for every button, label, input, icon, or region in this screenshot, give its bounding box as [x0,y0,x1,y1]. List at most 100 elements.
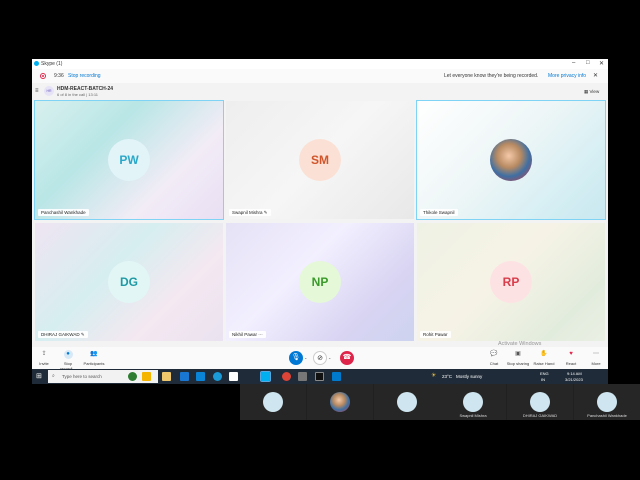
call-header: ≡ HR HDM-REACT-BATCH-24 6 of 8 in the ca… [32,83,608,100]
thumbnail-tile[interactable]: DHIRAJ GAIKWAD [507,384,573,420]
recording-notice: Let everyone know they're being recorded… [444,73,539,79]
stop-sharing-label: Stop sharing [506,361,530,366]
participant-initials: SM [311,153,329,167]
avatar [263,392,283,412]
thumbnail-tile[interactable] [307,384,373,420]
participant-name: Rohit Pawar [420,331,451,338]
participant-avatar: RP [490,261,532,303]
participant-initials: DG [120,275,138,289]
hand-icon: ✋ [540,351,548,357]
react-button[interactable]: ♥ React [559,350,583,366]
vscode-icon[interactable] [332,372,341,381]
window-title: Skype (1) [41,61,63,67]
participant-name: Thikole Swapnil [420,209,458,216]
participant-name: DHIRAJ GAIKWAD [41,332,80,337]
thumbnail-tile[interactable]: Panchashil Wankhade [574,384,640,420]
participant-tile-np[interactable]: NP Nikhil Pawar ⋯ [226,223,414,341]
mic-options-chevron-icon[interactable]: ⌄ [304,355,307,360]
share-icon: ⇪ [41,351,47,357]
skype-logo-icon [34,61,39,66]
stop-sharing-button[interactable]: ▣ Stop sharing [506,350,530,366]
participant-name-with-mic-icon: Swapnil Mishra ✎ [229,209,271,216]
chat-label: Chat [489,361,499,366]
more-label: More [591,361,601,366]
video-thumbnail-strip: Swapnil Mishra DHIRAJ GAIKWAD Panchashil… [240,384,640,420]
heart-icon: ♥ [569,351,573,357]
participant-avatar: PW [108,139,150,181]
camera-off-icon: ⊘ [317,355,323,362]
view-label: View [589,89,600,94]
participant-name-with-mic-icon: DHIRAJ GAIKWAD ✎ [38,331,88,338]
language-code[interactable]: ENG [540,371,549,376]
hang-up-button[interactable]: ☎ [340,351,354,365]
skype-window: Skype (1) – □ ✕ 9:36 Stop recording Let … [32,59,608,371]
participant-name: Panchashil Wankhade [38,209,89,216]
privacy-link[interactable]: More privacy info [548,73,586,79]
store-icon[interactable] [180,372,189,381]
skype-taskbar-icon[interactable] [260,371,271,382]
close-notice-button[interactable]: ✕ [593,72,598,79]
avatar [597,392,617,412]
view-button[interactable]: ▦ View [584,89,599,95]
participant-name: Nikhil Pawar [232,332,258,337]
more-dots-icon: ⋯ [593,351,599,357]
office-icon[interactable] [229,372,238,381]
participant-tile-rp[interactable]: RP Rohit Pawar [417,223,605,341]
thumbnail-tile[interactable]: Swapnil Mishra [440,384,506,420]
call-subtitle: 6 of 8 in the call | 13:11 [57,92,98,97]
stop-recording-link[interactable]: Stop recording [68,73,101,79]
mic-icon: ✎ [80,332,85,337]
share-screen-icon: ▣ [515,351,521,357]
avatar [397,392,417,412]
participant-tile-pw[interactable]: PW Panchashil Wankhade [34,100,224,220]
weather-text[interactable]: Mostly sunny [456,374,482,379]
thumbnail-label: Panchashil Wankhade [587,413,627,418]
windows-start-icon[interactable]: ⊞ [36,372,42,380]
settings-icon[interactable] [298,372,307,381]
raise-hand-label: Raise Hand [533,361,555,366]
invite-button[interactable]: ⇪ Invite [32,350,56,366]
weather-icon: ☀ [431,373,437,379]
more-button[interactable]: ⋯ More [584,350,608,366]
call-toolbar: ⇪ Invite ● Stop recordi... 👥 Participant… [32,347,608,371]
weather-temp[interactable]: 23°C [442,374,452,379]
mail-icon[interactable] [196,372,205,381]
thumbnail-label: DHIRAJ GAIKWAD [522,413,558,418]
search-placeholder: Type here to search [62,374,102,379]
participant-name-with-mic-icon: Nikhil Pawar ⋯ [229,331,266,338]
camera-button[interactable]: ⊘ [313,351,327,365]
participant-avatar: NP [299,261,341,303]
windows-taskbar: ⊞ ⌕ Type here to search ☀ 23°C Mostly su… [32,369,608,384]
search-icon: ⌕ [52,373,55,379]
maximize-button[interactable]: □ [586,60,590,66]
chat-icon: 💬 [490,351,498,357]
participant-tile-sm[interactable]: SM Swapnil Mishra ✎ [226,101,414,219]
edge-icon[interactable] [213,372,222,381]
title-bar: Skype (1) – □ ✕ [32,59,608,69]
edge-dev-icon[interactable] [128,372,137,381]
thumbnail-tile[interactable] [374,384,440,420]
stop-recording-button[interactable]: ● Stop recordi... [56,350,80,371]
menu-icon[interactable]: ≡ [35,88,39,94]
participant-tile-dg[interactable]: DG DHIRAJ GAIKWAD ✎ [35,223,223,341]
invite-label: Invite [39,361,49,366]
close-window-button[interactable]: ✕ [599,60,604,67]
camera-options-chevron-icon[interactable]: ⌄ [328,355,331,360]
chat-button[interactable]: 💬 Chat [482,350,506,366]
terminal-icon[interactable] [315,372,324,381]
recording-bar: 9:36 Stop recording Let everyone know th… [32,69,608,83]
participant-tile-ts[interactable]: Thikole Swapnil [416,100,606,220]
app-icon[interactable] [142,372,151,381]
clock-time[interactable]: 9:14 AM [567,371,582,376]
participant-avatar: DG [108,261,150,303]
participant-avatar: SM [299,139,341,181]
mute-button[interactable]: 🎙 [289,351,303,365]
raise-hand-button[interactable]: ✋ Raise Hand [532,350,556,366]
participants-button[interactable]: 👥 Participants [82,350,106,366]
participant-initials: NP [311,275,329,289]
react-label: React [565,361,577,366]
file-explorer-icon[interactable] [162,372,171,381]
minimize-button[interactable]: – [572,60,575,66]
thumbnail-tile[interactable] [240,384,306,420]
chrome-icon[interactable] [282,372,291,381]
